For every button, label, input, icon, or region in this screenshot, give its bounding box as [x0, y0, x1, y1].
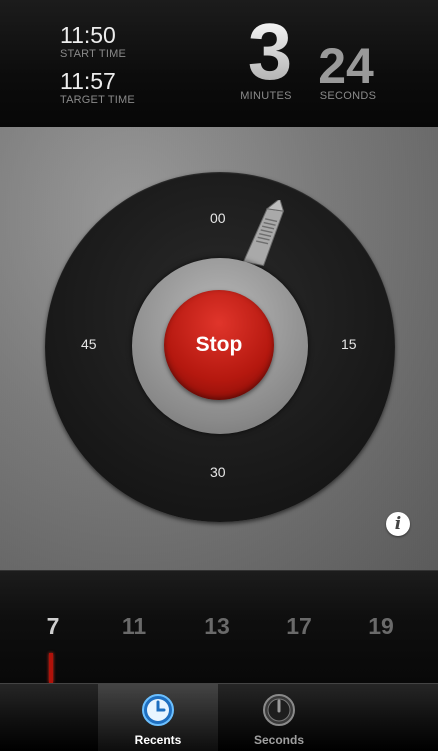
target-time-value: 11:57: [60, 68, 116, 94]
recent-item-13[interactable]: 13: [192, 613, 242, 640]
tab-recents-label: Recents: [134, 733, 182, 747]
start-time-block: 11:50 START TIME: [60, 22, 126, 61]
selection-indicator: [49, 653, 53, 683]
dial-mark-45: 45: [81, 336, 97, 352]
timer-dial[interactable]: 00 15 30 45 Stop: [45, 172, 395, 522]
seconds-remaining: 24: [318, 38, 374, 94]
minutes-remaining: 3: [240, 12, 300, 92]
tab-seconds-label: Seconds: [253, 733, 304, 747]
dial-panel: 00 15 30 45 Stop i: [0, 127, 438, 570]
tab-recents[interactable]: Recents: [98, 684, 218, 751]
recent-item-17[interactable]: 17: [274, 613, 324, 640]
start-time-label: START TIME: [60, 48, 126, 60]
tab-seconds[interactable]: Seconds: [219, 684, 339, 751]
dial-mark-30: 30: [210, 464, 226, 480]
target-time-block: 11:57 TARGET TIME: [60, 68, 135, 107]
recent-item-7[interactable]: 7: [28, 613, 78, 640]
dial-center-ring: Stop: [132, 258, 308, 434]
timer-header: 11:50 START TIME 11:57 TARGET TIME 3 24 …: [0, 0, 438, 128]
recents-strip[interactable]: 7 11 13 17 19: [0, 570, 438, 684]
recent-item-19[interactable]: 19: [356, 613, 406, 640]
start-time-value: 11:50: [60, 22, 116, 48]
stop-button[interactable]: Stop: [164, 290, 274, 400]
clock-icon: [142, 694, 174, 726]
seconds-label: SECONDS: [319, 90, 377, 102]
stopwatch-icon: [263, 694, 295, 726]
info-icon[interactable]: i: [386, 512, 410, 536]
dial-mark-00: 00: [210, 210, 226, 226]
recent-item-11[interactable]: 11: [109, 613, 159, 640]
minutes-label: MINUTES: [240, 90, 292, 102]
tab-bar: Recents Seconds: [0, 683, 438, 751]
target-time-label: TARGET TIME: [60, 94, 135, 106]
dial-mark-15: 15: [341, 336, 357, 352]
